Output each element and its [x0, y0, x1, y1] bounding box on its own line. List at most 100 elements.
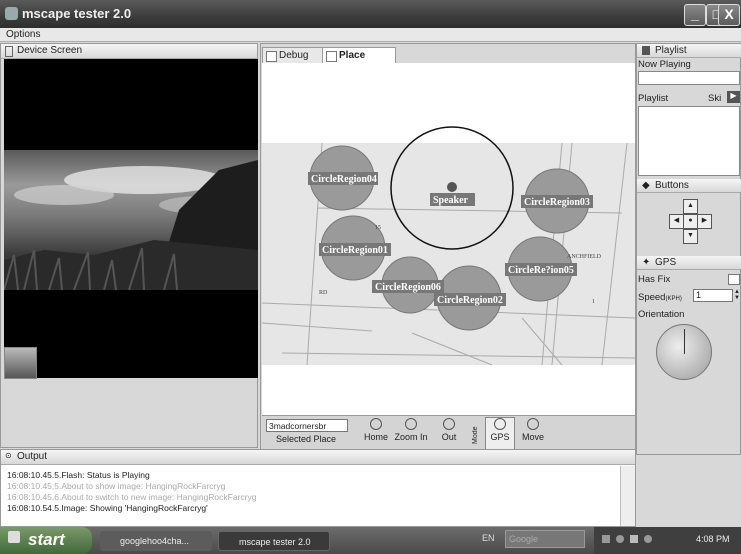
- playlist-label: Playlist: [638, 93, 669, 104]
- playlist-list[interactable]: [638, 106, 740, 176]
- orientation-dial[interactable]: [656, 324, 712, 380]
- has-fix-checkbox[interactable]: [728, 274, 740, 285]
- now-playing-label: Now Playing: [638, 59, 691, 70]
- tray-icon[interactable]: [644, 535, 652, 543]
- speed-label: Speed(KPH): [638, 292, 682, 303]
- label-speaker: Speaker: [433, 195, 469, 206]
- speed-input[interactable]: 1: [693, 289, 733, 302]
- app-icon: [5, 7, 18, 20]
- buttons-header: ◆ Buttons: [637, 179, 741, 193]
- output-panel: ⊙ Output 16:08:10.45.5.Flash: Status is …: [0, 449, 636, 527]
- clock: 4:08 PM: [696, 534, 730, 544]
- home-button[interactable]: Home: [363, 418, 389, 442]
- device-icon: [5, 46, 13, 57]
- label-circle-region-01: CircleRegion01: [322, 245, 388, 256]
- skip-label: Ski: [708, 93, 722, 104]
- log-line: 16:08:10.54.5.Image: Showing 'HangingRoc…: [7, 503, 208, 513]
- window-title: mscape tester 2.0: [22, 6, 132, 21]
- menu-options[interactable]: Options: [6, 29, 40, 40]
- tab-place[interactable]: Place: [322, 47, 396, 64]
- move-label: Move: [521, 432, 544, 442]
- dpad-left-button[interactable]: ◀: [669, 214, 684, 229]
- log-line: 16:08:10.45.5.Flash: Status is Playing: [7, 470, 150, 480]
- start-label: start: [28, 530, 65, 549]
- has-fix-label: Has Fix: [638, 274, 671, 285]
- playlist-icon: [642, 46, 650, 55]
- mode-label: Mode: [472, 426, 479, 444]
- speaker-icon: [447, 182, 457, 192]
- map-label-rd: RD: [319, 290, 328, 296]
- place-map[interactable]: CircleRegion04 Speaker CircleRegion03 Ci…: [261, 63, 636, 415]
- map-label-num: 1: [592, 299, 595, 305]
- dpad-center-button[interactable]: ●: [683, 214, 698, 229]
- satellite-icon: ✦: [642, 257, 651, 268]
- buttons-title: Buttons: [655, 180, 689, 191]
- log-line: 16:08:10.45.5.About to show image: Hangi…: [7, 481, 226, 491]
- close-button[interactable]: X: [718, 4, 740, 26]
- menu-bar: Options: [0, 28, 741, 42]
- selected-place-select[interactable]: 3madcornersbr: [266, 419, 348, 432]
- zoom-out-label: Out: [441, 432, 457, 442]
- skip-button[interactable]: ▶: [727, 91, 740, 103]
- move-mode-button[interactable]: Move: [519, 418, 547, 442]
- taskbar-item-browser[interactable]: googlehoo4cha...: [100, 531, 212, 551]
- device-thumbnail[interactable]: [4, 347, 37, 379]
- gps-header: ✦ GPS: [637, 256, 741, 270]
- dpad-up-button[interactable]: ▲: [683, 199, 698, 214]
- tab-debug-label: Debug: [279, 50, 309, 61]
- taskbar-item-browser-label: googlehoo4cha...: [120, 536, 190, 546]
- minimize-button[interactable]: _: [684, 4, 706, 26]
- output-scrollbar[interactable]: [620, 466, 635, 526]
- log-line: 16:08:10.45.6.About to switch to new ima…: [7, 492, 257, 502]
- device-screen-image: [4, 150, 258, 290]
- label-circle-region-05: CircleRe?ion05: [508, 265, 574, 276]
- gps-label: GPS: [490, 432, 510, 442]
- debug-tab-icon: [266, 51, 277, 62]
- tray-icon[interactable]: [616, 535, 624, 543]
- taskbar-item-mscape[interactable]: mscape tester 2.0: [218, 531, 330, 551]
- now-playing-field[interactable]: [638, 71, 740, 85]
- taskbar-search-box[interactable]: Google: [505, 530, 585, 548]
- zoom-in-icon: [405, 418, 417, 430]
- windows-logo-icon: [8, 531, 20, 543]
- orientation-label: Orientation: [638, 309, 685, 320]
- orientation-needle: [684, 329, 685, 354]
- tray-icon[interactable]: [630, 535, 638, 543]
- device-panel-title: Device Screen: [17, 45, 83, 56]
- collapse-icon[interactable]: ⊙: [5, 451, 12, 460]
- diamond-icon: ◆: [642, 180, 650, 191]
- selected-place-value: 3madcornersbr: [269, 421, 327, 431]
- gps-mode-button[interactable]: GPS: [485, 417, 515, 453]
- hand-icon: [527, 418, 539, 430]
- start-button[interactable]: start: [0, 527, 92, 554]
- label-circle-region-06: CircleRegion06: [375, 282, 441, 293]
- zoom-out-button[interactable]: Out: [434, 418, 464, 442]
- right-column: [636, 43, 741, 455]
- dpad: ▲ ◀ ● ▶ ▼: [668, 199, 712, 245]
- zoom-in-label: Zoom In: [394, 432, 428, 442]
- label-circle-region-03: CircleRegion03: [524, 197, 590, 208]
- home-label: Home: [363, 432, 388, 442]
- dpad-down-button[interactable]: ▼: [683, 229, 698, 244]
- selected-place-label: Selected Place: [276, 434, 337, 444]
- map-label-anchfield: ANCHFIELD: [567, 254, 602, 260]
- label-circle-region-04: CircleRegion04: [311, 174, 377, 185]
- language-indicator[interactable]: EN: [482, 533, 495, 543]
- map-label-small: 15: [375, 225, 381, 231]
- dpad-right-button[interactable]: ▶: [697, 214, 712, 229]
- speed-text: Speed: [638, 292, 666, 303]
- tab-place-label: Place: [339, 50, 366, 61]
- output-title: Output: [17, 451, 48, 462]
- title-bar: mscape tester 2.0 _ □ X: [0, 0, 741, 28]
- speed-unit: (KPH): [665, 296, 682, 302]
- taskbar-item-mscape-label: mscape tester 2.0: [239, 537, 311, 547]
- zoom-in-button[interactable]: Zoom In: [393, 418, 429, 442]
- playlist-header: Playlist: [637, 44, 741, 58]
- playlist-title: Playlist: [655, 45, 687, 56]
- home-icon: [370, 418, 382, 430]
- zoom-out-icon: [443, 418, 455, 430]
- tray-icon[interactable]: [602, 535, 610, 543]
- speed-spinner[interactable]: ▲ ▼: [733, 289, 741, 302]
- output-header: ⊙ Output: [1, 450, 635, 465]
- gps-icon: [494, 418, 506, 430]
